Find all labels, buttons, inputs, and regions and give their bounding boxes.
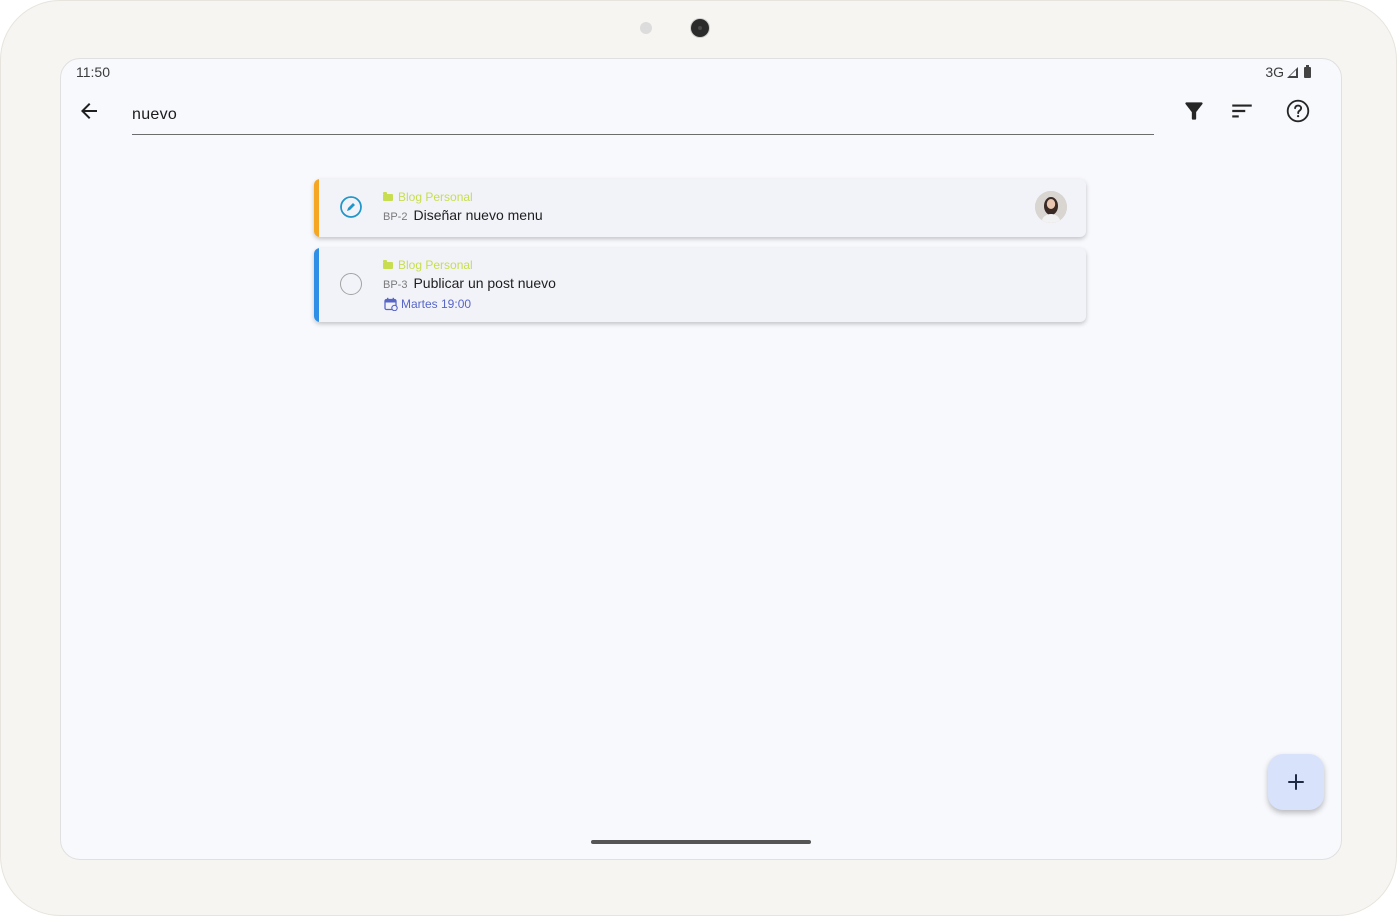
tablet-frame: 11:50 3G nuevo Blog Personal BP-2 Diseña… [0,0,1397,916]
project-name: Blog Personal [398,190,473,204]
status-time: 11:50 [76,64,110,80]
filter-icon[interactable] [1181,98,1207,124]
project-label: Blog Personal [383,190,473,204]
arrow-back-icon[interactable] [77,99,101,123]
help-icon[interactable] [1285,98,1311,124]
task-key: BP-2 [383,211,408,223]
task-title: Publicar un post nuevo [413,275,556,291]
priority-accent [314,179,319,237]
app-screen: 11:50 3G nuevo Blog Personal BP-2 Diseña… [60,58,1342,860]
task-card[interactable]: Blog Personal BP-2 Diseñar nuevo menu [314,179,1086,237]
folder-icon [383,191,393,201]
add-task-button[interactable] [1268,754,1324,810]
in-progress-check-icon[interactable] [340,196,362,218]
assignee-avatar[interactable] [1035,191,1067,223]
proximity-sensor [640,22,652,34]
task-check-icon[interactable] [340,273,362,295]
due-date: Martes 19:00 [384,297,471,311]
plus-icon [1288,774,1304,790]
priority-accent [314,248,319,322]
status-indicators: 3G [1265,64,1311,80]
project-label: Blog Personal [383,258,473,272]
signal-icon [1287,66,1298,78]
folder-icon [383,259,393,269]
front-camera [691,19,709,37]
project-name: Blog Personal [398,258,473,272]
network-type: 3G [1265,64,1284,80]
task-title: Diseñar nuevo menu [413,207,543,223]
task-key: BP-3 [383,279,408,291]
battery-icon [1304,64,1311,78]
gesture-home-bar[interactable] [591,840,811,844]
search-input[interactable] [132,95,1154,135]
sort-icon[interactable] [1229,98,1255,124]
task-line: BP-2 Diseñar nuevo menu [383,207,543,223]
task-line: BP-3 Publicar un post nuevo [383,275,556,291]
calendar-clock-icon [384,297,398,311]
task-card[interactable]: Blog Personal BP-3 Publicar un post nuev… [314,248,1086,322]
due-date-text: Martes 19:00 [401,297,472,311]
